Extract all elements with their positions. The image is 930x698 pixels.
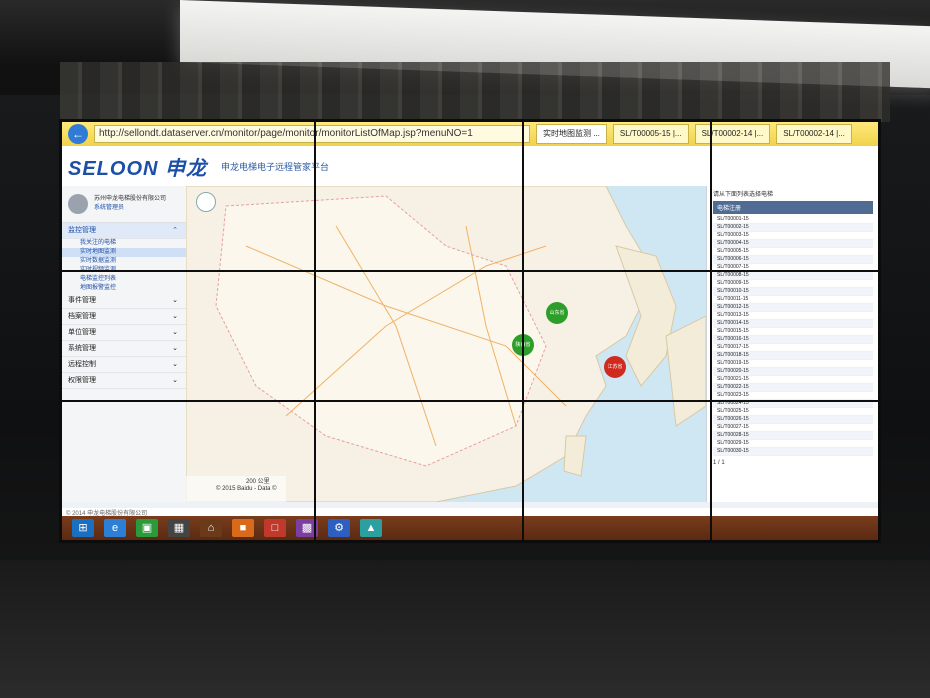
elevator-row[interactable]: SL/T00009-15 (713, 280, 873, 288)
elevator-row[interactable]: SL/T00008-15 (713, 272, 873, 280)
desktop-icon[interactable]: ▦ (168, 519, 190, 537)
windows-taskbar: ⊞ e ▣ ▦ ⌂ ■ □ ▩ ⚙ ▲ (62, 516, 878, 540)
elevator-row[interactable]: SL/T00021-15 (713, 376, 873, 384)
map-canvas (186, 186, 706, 502)
browser-bar: ← http://sellondt.dataserver.cn/monitor/… (62, 122, 878, 146)
elevator-row[interactable]: SL/T00017-15 (713, 344, 873, 352)
elevator-row[interactable]: SL/T00028-15 (713, 432, 873, 440)
map-attribution: © 2015 Baidu - Data © (216, 486, 277, 492)
chevron-down-icon: ⌄ (172, 313, 178, 320)
map-scale: 200 公里 (246, 479, 270, 485)
elevator-list-panel: 请从下面列表选择电梯 电梯注册 SL/T00001-15 SL/T00002-15… (706, 186, 878, 502)
browser-tab-3[interactable]: SL/T00002-14 |... (694, 124, 771, 144)
chevron-down-icon: ⌄ (172, 377, 178, 384)
address-bar[interactable]: http://sellondt.dataserver.cn/monitor/pa… (94, 125, 530, 143)
browser-tab-1[interactable]: 实时地图监测 ... (536, 124, 607, 144)
map-marker-shandong[interactable]: 山东省 (546, 302, 568, 324)
elevator-row[interactable]: SL/T00018-15 (713, 352, 873, 360)
sidebar-item-permissions[interactable]: 权限管理 ⌄ (62, 373, 186, 389)
elevator-row[interactable]: SL/T00011-15 (713, 296, 873, 304)
store-icon[interactable]: ▣ (136, 519, 158, 537)
panel-title: 请从下面列表选择电梯 (713, 192, 774, 198)
sub-item-alarm[interactable]: 地图报警监控 (62, 284, 186, 293)
sub-item-list[interactable]: 电梯监控列表 (62, 275, 186, 284)
elevator-row[interactable]: SL/T00026-15 (713, 416, 873, 424)
elevator-row[interactable]: SL/T00020-15 (713, 368, 873, 376)
seloon-logo: SELOON 申龙 (68, 157, 208, 180)
sidebar-item-units[interactable]: 单位管理 ⌄ (62, 325, 186, 341)
elevator-list: SL/T00001-15 SL/T00002-15 SL/T00003-15 SL/T… (713, 216, 873, 456)
map-marker-jiangsu[interactable]: 江苏省 (604, 356, 626, 378)
elevator-row[interactable]: SL/T00016-15 (713, 336, 873, 344)
sidebar-item-events[interactable]: 事件管理 ⌄ (62, 293, 186, 309)
elevator-row[interactable]: SL/T00002-15 (713, 224, 873, 232)
elevator-row[interactable]: SL/T00014-15 (713, 320, 873, 328)
sidebar: 苏州申龙电梯股份有限公司 系统管理员 监控管理 ⌃ 我关注的电梯 实时地图监测 实… (62, 186, 187, 508)
elevator-row[interactable]: SL/T00003-15 (713, 232, 873, 240)
sidebar-item-archive[interactable]: 档案管理 ⌄ (62, 309, 186, 325)
elevator-row[interactable]: SL/T00006-15 (713, 256, 873, 264)
bezel-v1 (314, 122, 316, 540)
elevator-row[interactable]: SL/T00025-15 (713, 408, 873, 416)
ie-icon[interactable]: e (104, 519, 126, 537)
elevator-row[interactable]: SL/T00010-15 (713, 288, 873, 296)
elevator-row[interactable]: SL/T00019-15 (713, 360, 873, 368)
settings-icon[interactable]: ⚙ (328, 519, 350, 537)
elevator-row[interactable]: SL/T00012-15 (713, 304, 873, 312)
chevron-down-icon: ⌄ (172, 345, 178, 352)
sub-item-data[interactable]: 实时数据监测 (62, 257, 186, 266)
elevator-row[interactable]: SL/T00027-15 (713, 424, 873, 432)
browser-tab-4[interactable]: SL/T00002-14 |... (776, 124, 852, 144)
home-icon[interactable]: ⌂ (200, 519, 222, 537)
back-icon[interactable]: ← (68, 124, 88, 144)
bezel-h1 (62, 270, 878, 272)
elevator-row[interactable]: SL/T00015-15 (713, 328, 873, 336)
platform-title: 申龙电梯电子远程管家平台 (221, 161, 330, 172)
browser-tab-2[interactable]: SL/T00005-15 |... (612, 124, 689, 144)
wall-decoration (60, 62, 890, 122)
bezel-v2 (522, 122, 524, 540)
sub-item-followed[interactable]: 我关注的电梯 (62, 239, 186, 248)
folder-icon[interactable]: ▲ (360, 519, 382, 537)
bezel-h2 (62, 400, 878, 402)
chevron-down-icon: ⌄ (172, 361, 178, 368)
footer-bar (62, 502, 878, 508)
video-wall-screen: ← http://sellondt.dataserver.cn/monitor/… (62, 122, 878, 540)
start-icon[interactable]: ⊞ (72, 519, 94, 537)
sub-item-map[interactable]: 实时地图监测 (62, 248, 186, 257)
avatar (68, 194, 88, 214)
photo-icon[interactable]: □ (264, 519, 286, 537)
elevator-row[interactable]: SL/T00013-15 (713, 312, 873, 320)
user-role[interactable]: 系统管理员 (94, 204, 166, 213)
elevator-row[interactable]: SL/T00030-15 (713, 448, 873, 456)
user-company: 苏州申龙电梯股份有限公司 (94, 196, 167, 202)
sidebar-item-remote[interactable]: 远程控制 ⌄ (62, 357, 186, 373)
elevator-row[interactable]: SL/T00005-15 (713, 248, 873, 256)
sidebar-item-monitor[interactable]: 监控管理 ⌃ (62, 223, 186, 239)
elevator-row[interactable]: SL/T00023-15 (713, 392, 873, 400)
room-floor (0, 560, 930, 698)
elevator-row[interactable]: SL/T00029-15 (713, 440, 873, 448)
pager[interactable]: 1 / 1 (713, 460, 873, 466)
elevator-row[interactable]: SL/T00004-15 (713, 240, 873, 248)
elevator-row[interactable]: SL/T00022-15 (713, 384, 873, 392)
list-header: 电梯注册 (713, 201, 873, 214)
chevron-down-icon: ⌄ (172, 329, 178, 336)
user-panel: 苏州申龙电梯股份有限公司 系统管理员 (62, 186, 186, 223)
chevron-down-icon: ⌄ (172, 297, 178, 304)
china-map[interactable]: 山东省 陕西省 江苏省 200 公里 © 2015 Baidu - Data © (186, 186, 706, 502)
chevron-up-icon: ⌃ (172, 227, 178, 234)
sidebar-item-system[interactable]: 系统管理 ⌄ (62, 341, 186, 357)
elevator-row[interactable]: SL/T00001-15 (713, 216, 873, 224)
app-header: SELOON 申龙 申龙电梯电子远程管家平台 (62, 146, 878, 187)
bezel-v3 (710, 122, 712, 540)
map-zoom-control[interactable] (196, 192, 216, 212)
app-icon[interactable]: ■ (232, 519, 254, 537)
